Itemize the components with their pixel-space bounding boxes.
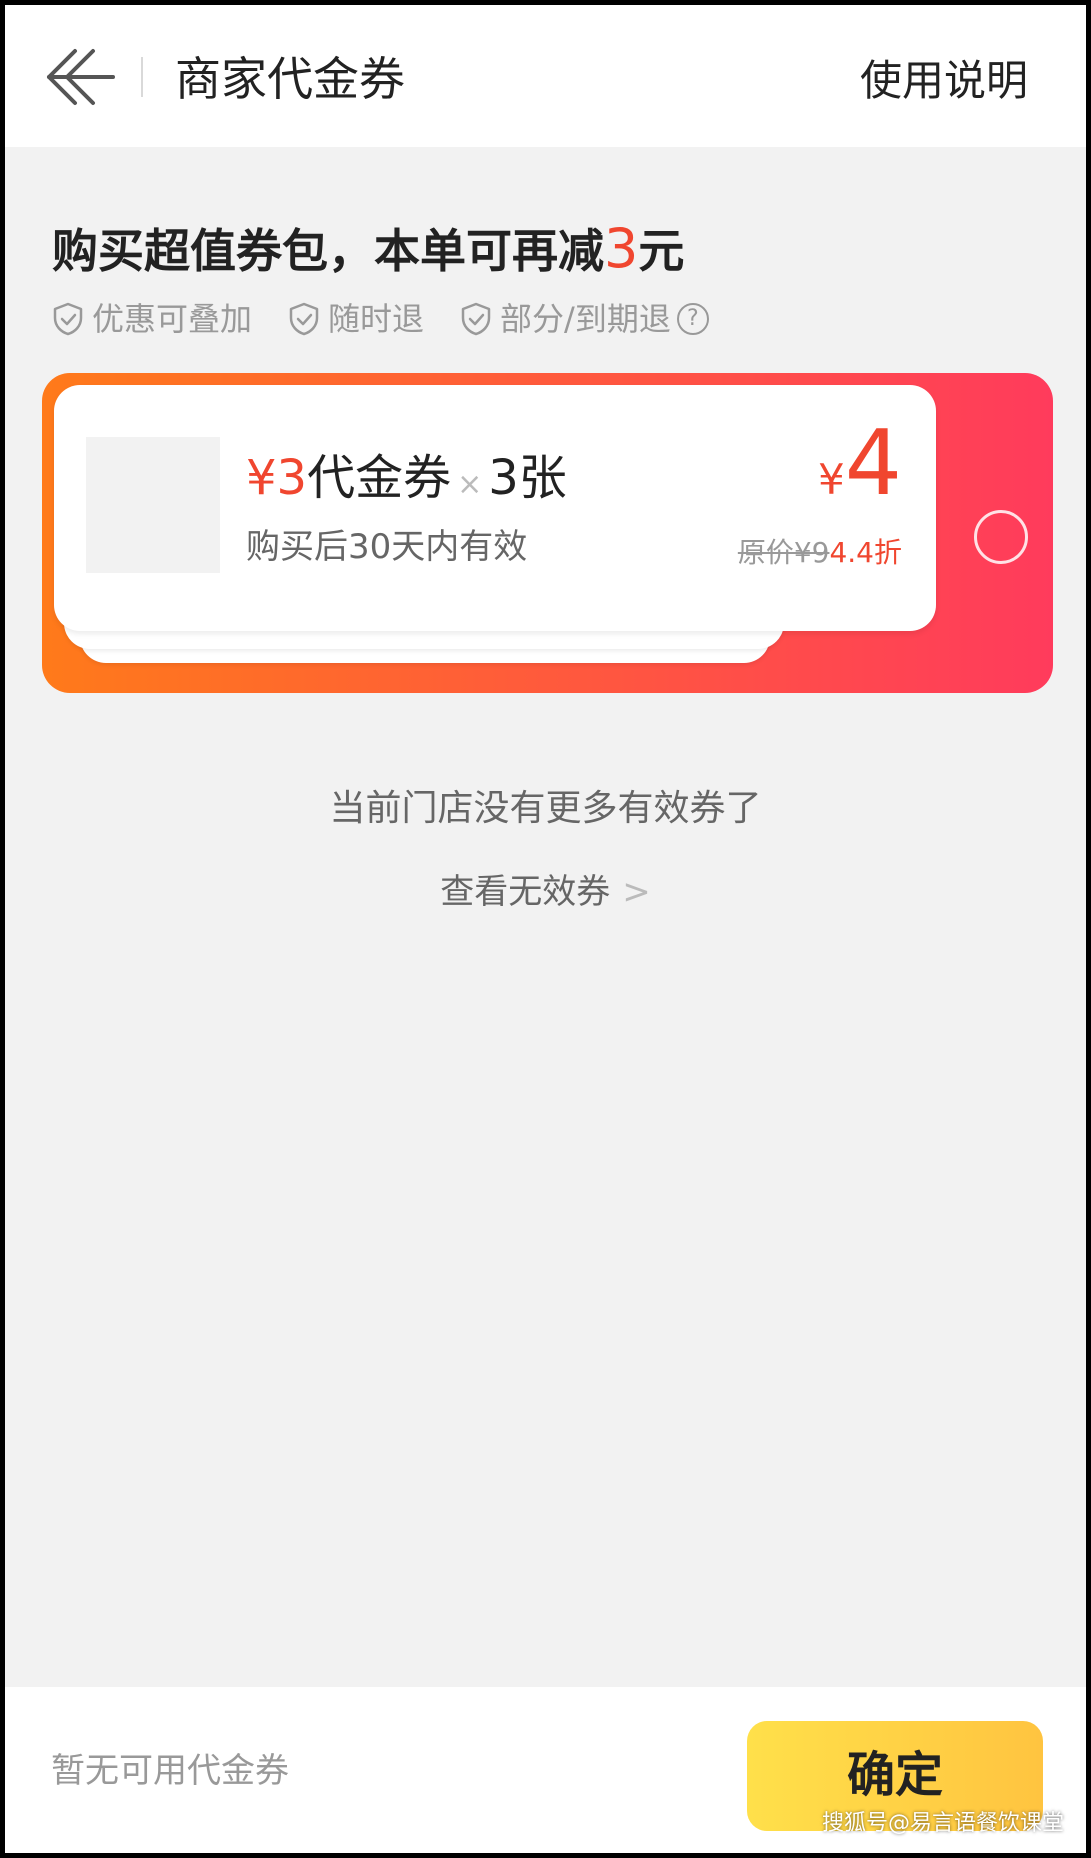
coupon-name: 代金券 [307, 450, 452, 506]
usage-instructions-link[interactable]: 使用说明 [860, 55, 1028, 107]
bottom-bar: 暂无可用代金券 确定 搜狐号@易言语餐饮课堂 [5, 1687, 1086, 1853]
coupon-validity: 购买后30天内有效 [246, 527, 528, 567]
view-invalid-coupons-link[interactable]: 查看无效券 > [5, 869, 1086, 915]
original-price: 原价¥9 [737, 536, 830, 569]
coupon-price: ¥4 [818, 419, 902, 534]
coupon-pack-card[interactable]: ¥3代金券 × 3张 购买后30天内有效 ¥4 原价¥94.4折 [42, 373, 1053, 693]
tag-stackable: 优惠可叠加 [52, 297, 252, 341]
promo-title-amount: 3 [604, 217, 639, 280]
app-frame: 商家代金券 使用说明 购买超值券包，本单可再减3元 优惠可叠加 随时退 部分/到… [5, 5, 1086, 1853]
promo-title-prefix: 购买超值券包，本单可再减 [52, 224, 604, 278]
shield-check-icon [53, 302, 83, 336]
price-value: 4 [844, 411, 902, 516]
promo-title-suffix: 元 [638, 224, 685, 278]
back-button[interactable] [45, 47, 115, 107]
tag-partial-refund: 部分/到期退 ? [460, 297, 709, 341]
benefit-tags: 优惠可叠加 随时退 部分/到期退 ? [52, 297, 745, 341]
coupon-amount: 3 [276, 450, 308, 506]
page-title: 商家代金券 [175, 52, 405, 106]
coupon-count: 3张 [488, 450, 567, 506]
coupon-thumbnail [86, 437, 220, 573]
times-glyph: × [457, 467, 483, 502]
coupon-card: ¥3代金券 × 3张 购买后30天内有效 ¥4 原价¥94.4折 [54, 385, 936, 631]
question-circle-icon[interactable]: ? [676, 303, 709, 335]
coupon-currency: ¥ [246, 450, 277, 506]
no-more-coupons-text: 当前门店没有更多有效券了 [329, 788, 762, 829]
discount-label: 4.4折 [829, 536, 902, 569]
select-radio[interactable] [974, 510, 1028, 564]
promo-title: 购买超值券包，本单可再减3元 [52, 219, 684, 281]
arrow-left-icon [47, 49, 115, 105]
coupon-original-price: 原价¥94.4折 [738, 533, 902, 573]
header-divider [141, 57, 143, 97]
coupon-title: ¥3代金券 × 3张 [246, 447, 567, 516]
tag-refund-anytime: 随时退 [288, 297, 424, 341]
price-currency: ¥ [818, 455, 845, 504]
tag-label: 优惠可叠加 [92, 300, 253, 338]
no-available-coupon-text: 暂无可用代金券 [51, 1751, 289, 1791]
chevron-right-icon: > [622, 872, 651, 912]
top-bar: 商家代金券 使用说明 [5, 5, 1086, 147]
shield-check-icon [461, 302, 491, 336]
tag-label: 随时退 [328, 300, 425, 338]
watermark: 搜狐号@易言语餐饮课堂 [821, 1811, 1064, 1836]
shield-check-icon [289, 302, 319, 336]
tag-label: 部分/到期退 [500, 300, 671, 338]
view-invalid-label: 查看无效券 [440, 872, 611, 912]
